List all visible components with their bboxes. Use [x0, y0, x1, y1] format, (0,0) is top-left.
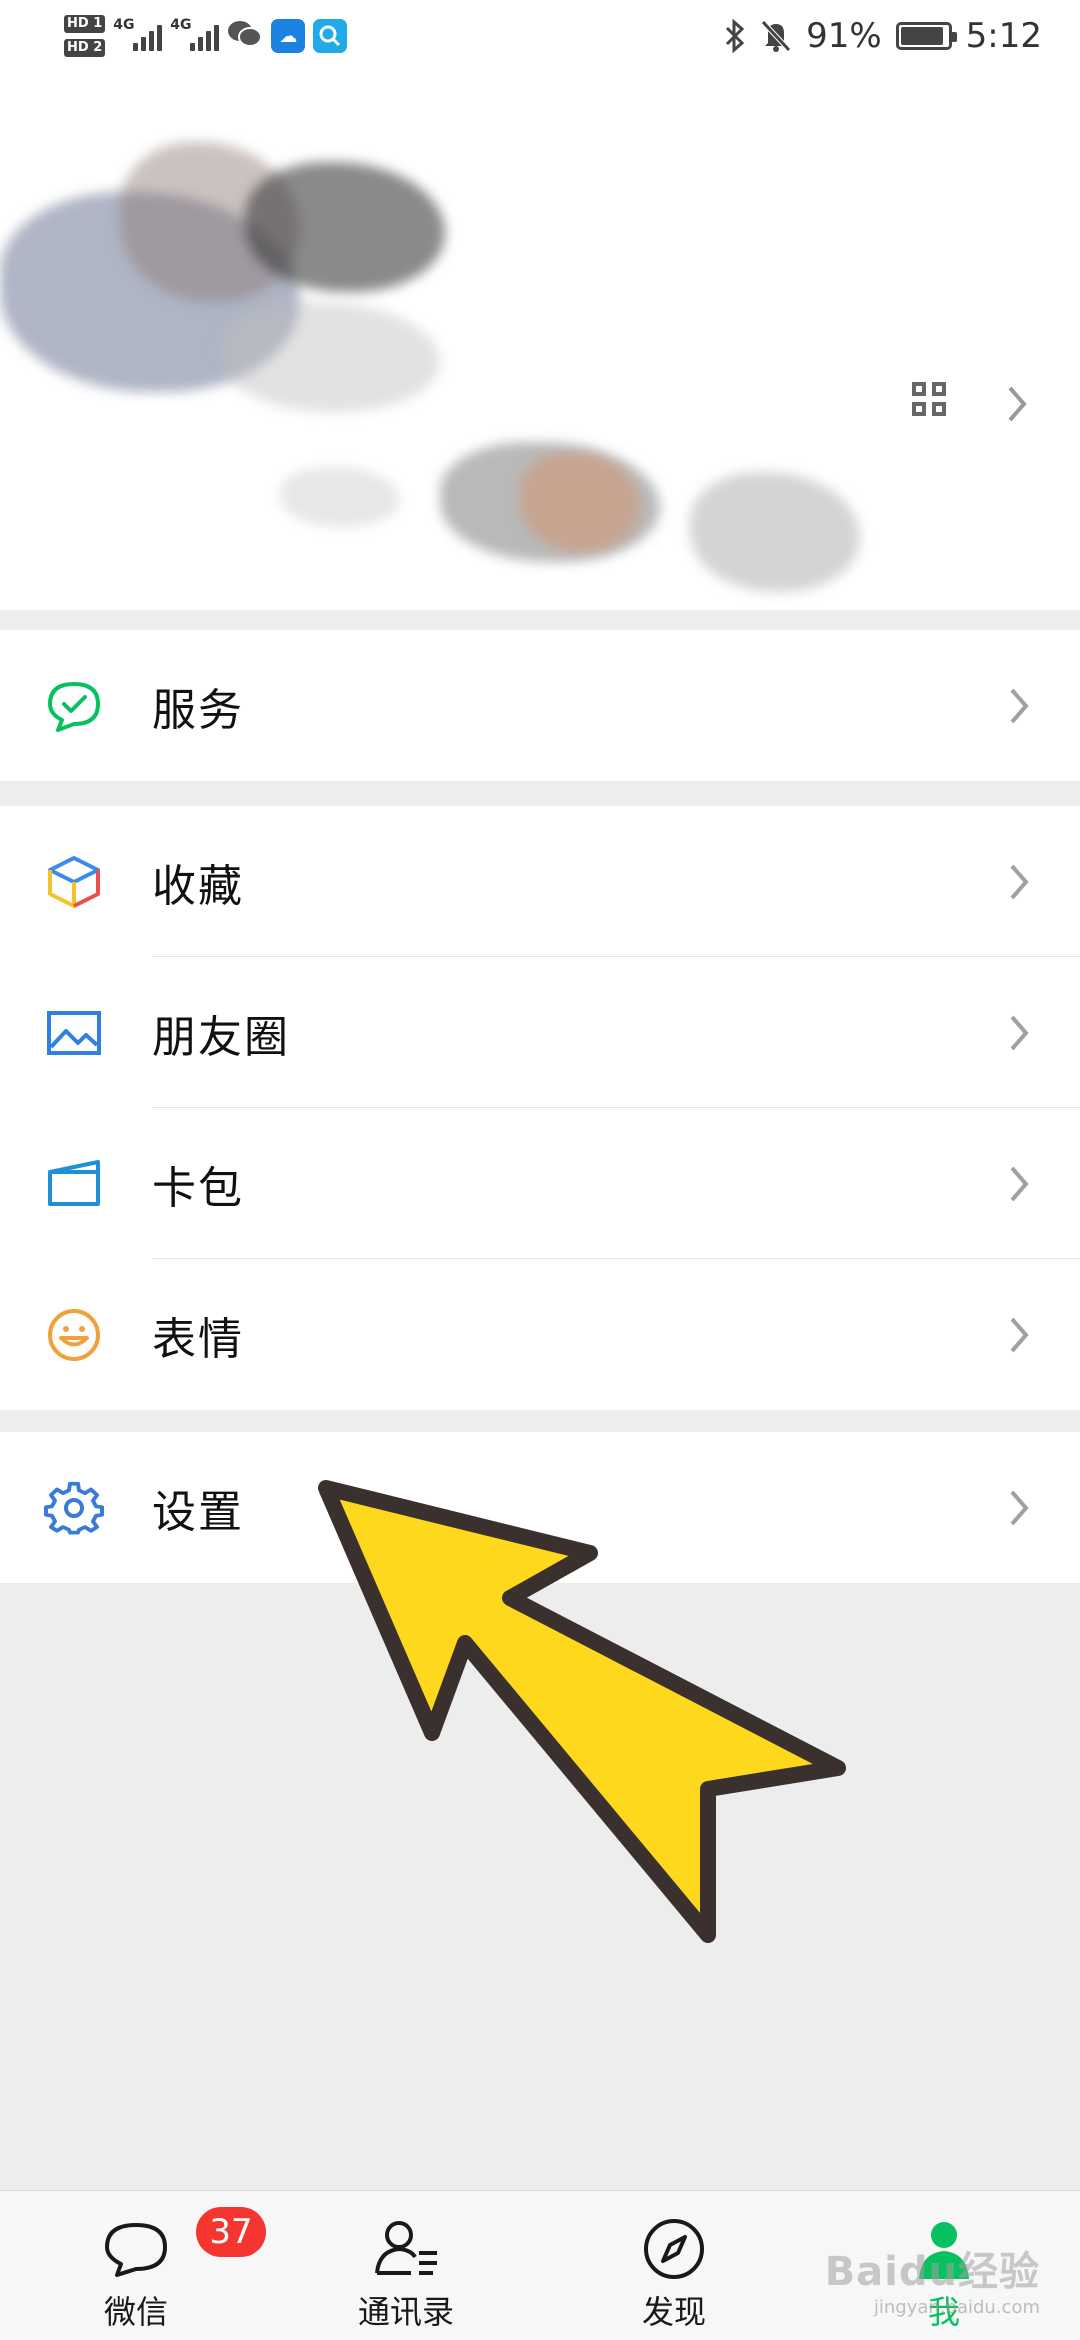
tab-discover[interactable]: 发现 [584, 2191, 764, 2340]
tab-contacts[interactable]: 通讯录 [316, 2191, 496, 2340]
wechat-me-screen: HD 1 HD 2 4G 4G ☁ 91% 5:12 服务 收藏 朋友圈 卡包 … [0, 0, 1080, 2340]
baidu-watermark: Baidu经验 jingyan.baidu.com [825, 2239, 1040, 2318]
watermark-text: Baidu经验 [824, 2249, 1040, 2295]
tab-label: 微信 [103, 2293, 168, 2331]
annotation-arrow [318, 1480, 846, 1943]
unread-badge: 37 [196, 2207, 266, 2257]
tab-chats[interactable]: 微信 37 [46, 2191, 266, 2340]
watermark-subtext: jingyan.baidu.com [873, 2297, 1040, 2318]
compass-icon [644, 2219, 704, 2279]
bottom-tab-bar: 微信 37 通讯录 发现 我 Baidu经验 jingyan.baidu.com [0, 2190, 1080, 2340]
tab-label: 发现 [641, 2293, 706, 2331]
chat-bubble-icon [105, 2223, 167, 2277]
tab-label: 通讯录 [357, 2293, 454, 2331]
contacts-icon [375, 2221, 437, 2275]
